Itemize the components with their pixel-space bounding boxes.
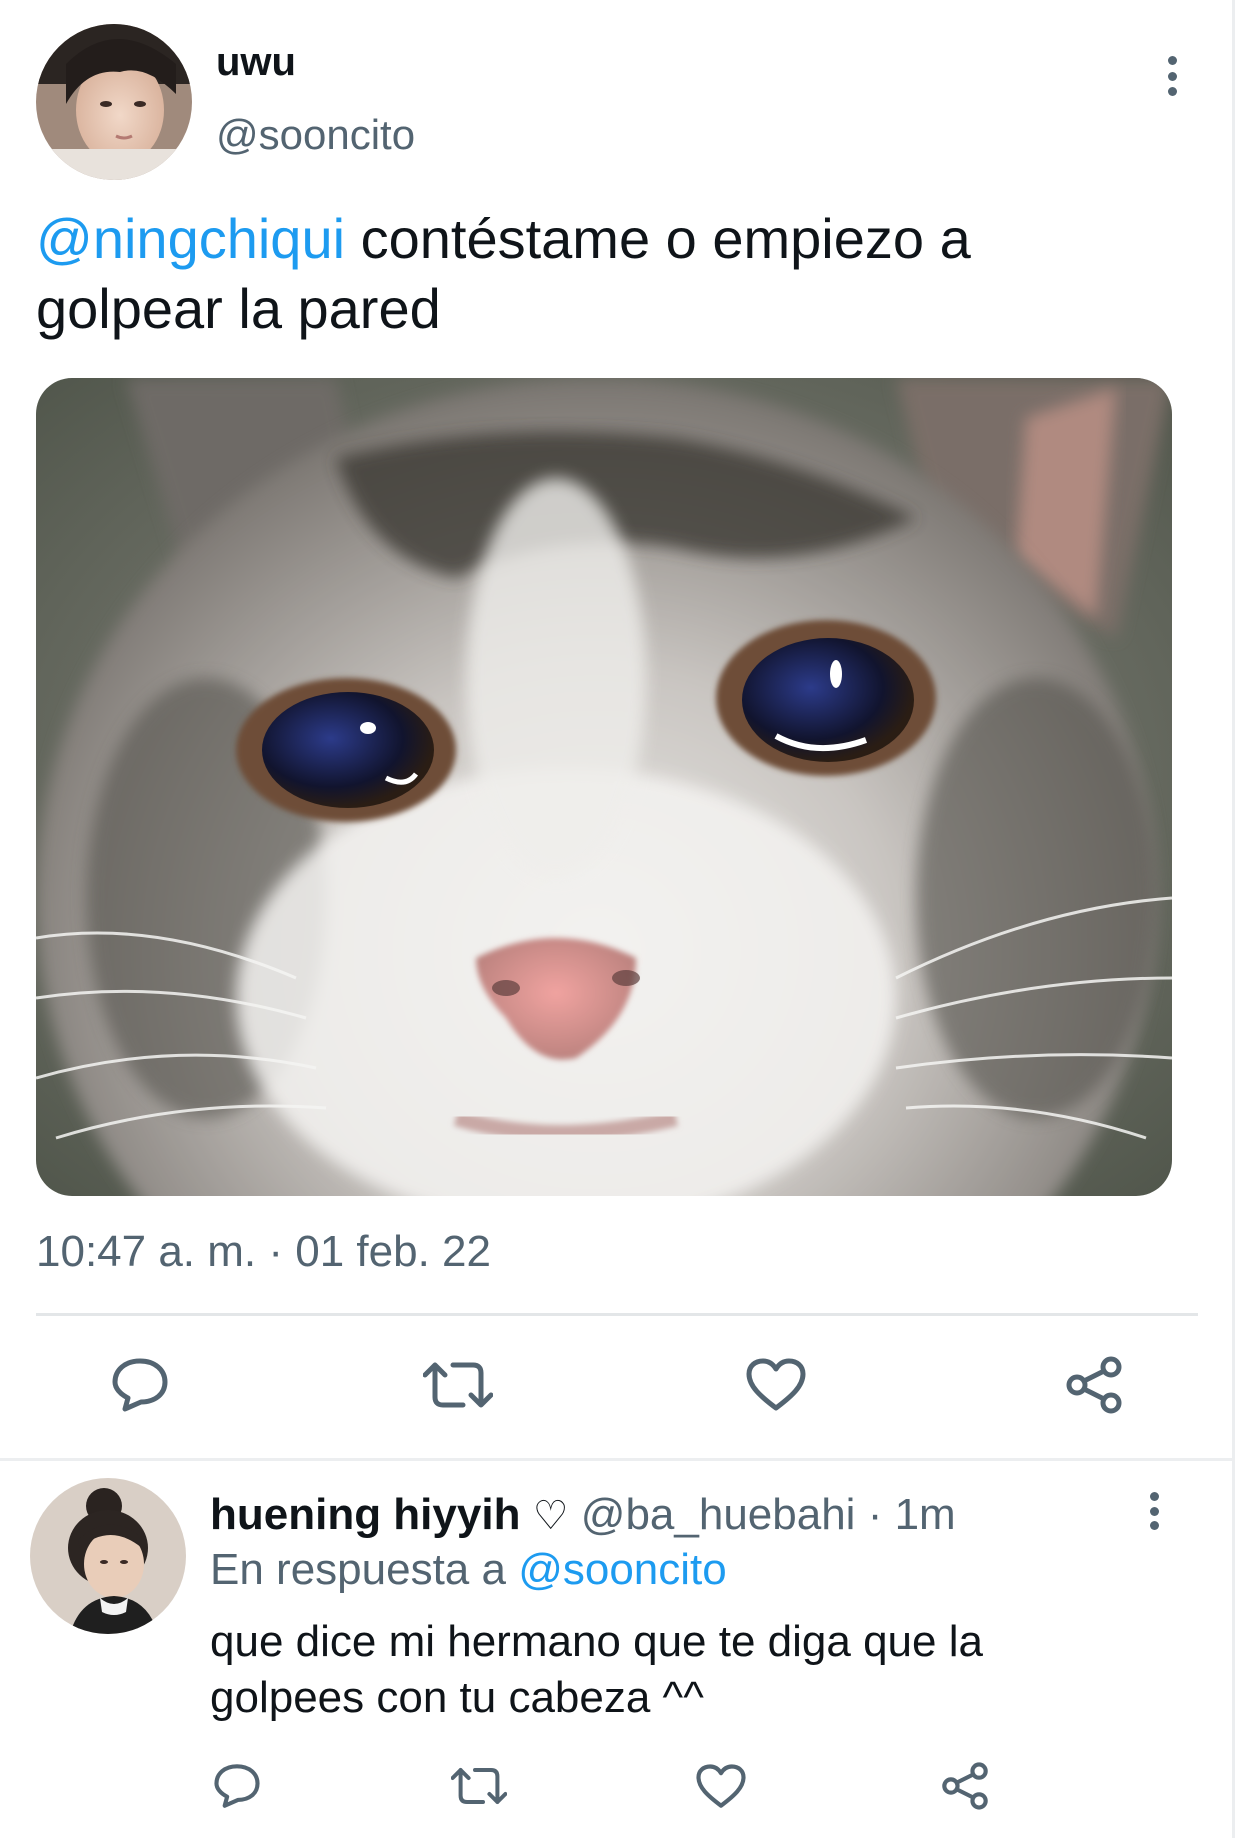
author-avatar[interactable]: [36, 24, 192, 180]
in-reply-to-prefix: En respuesta a: [210, 1545, 506, 1594]
reply-text-line-2: golpees con tu cabeza ^^: [210, 1673, 704, 1722]
tweet-timestamp[interactable]: 10:47 a. m. · 01 feb. 22: [36, 1224, 491, 1280]
reply-text: que dice mi hermano que te diga que la g…: [210, 1614, 1200, 1726]
reply-icon[interactable]: [100, 1352, 180, 1418]
author-handle[interactable]: @sooncito: [216, 110, 415, 160]
tweet-text: @ningchiqui contéstame o empiezo a golpe…: [36, 204, 1186, 344]
in-reply-to-handle[interactable]: @sooncito: [518, 1545, 727, 1594]
reply-reply-icon[interactable]: [206, 1758, 268, 1814]
tweet-text-line-2: golpear la pared: [36, 277, 441, 340]
reply-like-icon[interactable]: [690, 1758, 752, 1814]
crying-cat-image: [36, 378, 1172, 1196]
author-avatar-image: [36, 24, 192, 180]
reply-more-options-icon[interactable]: [1148, 1492, 1160, 1530]
more-options-icon[interactable]: [1166, 56, 1178, 96]
tweet-media[interactable]: [36, 378, 1172, 1196]
retweet-icon[interactable]: [418, 1352, 498, 1418]
reply-avatar[interactable]: [30, 1478, 186, 1634]
mention-link[interactable]: @ningchiqui: [36, 207, 345, 270]
reply-avatar-image: [30, 1478, 186, 1634]
author-display-name[interactable]: uwu: [216, 38, 296, 86]
reply-display-name[interactable]: huening hiyyih: [210, 1490, 520, 1539]
in-reply-to: En respuesta a @sooncito: [210, 1542, 727, 1598]
reply-text-line-1: que dice mi hermano que te diga que la: [210, 1617, 983, 1666]
share-icon[interactable]: [1054, 1352, 1134, 1418]
tweet-text-line-1: @ningchiqui contéstame o empiezo a: [36, 204, 1186, 274]
tweet-text-part: contéstame o empiezo a: [345, 207, 971, 270]
reply-retweet-icon[interactable]: [448, 1758, 510, 1814]
reply-header: huening hiyyih ♡ @ba_huebahi · 1m: [210, 1487, 956, 1544]
reply-handle[interactable]: @ba_huebahi: [581, 1490, 856, 1539]
reply-share-icon[interactable]: [934, 1758, 996, 1814]
divider: [36, 1313, 1198, 1316]
reply-time[interactable]: · 1m: [868, 1490, 956, 1539]
heart-outline-icon: ♡: [532, 1494, 569, 1538]
section-divider: [0, 1458, 1235, 1461]
like-icon[interactable]: [736, 1352, 816, 1418]
